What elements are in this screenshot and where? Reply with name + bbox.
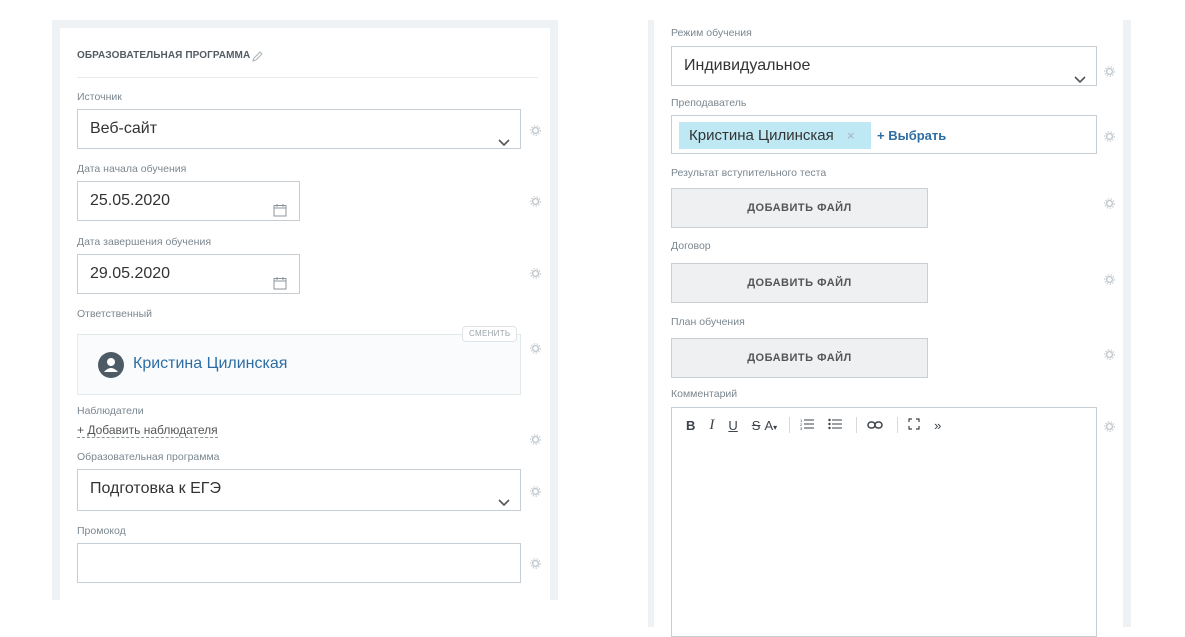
gear-icon[interactable] — [1104, 66, 1115, 77]
teacher-label: Преподаватель — [671, 97, 747, 109]
more-button[interactable]: » — [934, 418, 941, 433]
toolbar-divider — [897, 417, 899, 433]
right-panel: Режим обучения Индивидуальное Преподават… — [648, 20, 1131, 637]
chevron-down-icon — [498, 124, 510, 162]
source-label: Источник — [77, 91, 122, 103]
teacher-tag: Кристина Цилинская × — [679, 122, 871, 149]
chevron-down-icon — [498, 484, 510, 522]
add-file-button[interactable]: ДОБАВИТЬ ФАЙЛ — [671, 338, 928, 378]
calendar-icon[interactable] — [273, 194, 287, 232]
gear-icon[interactable] — [530, 486, 541, 497]
pick-teacher-link[interactable]: + Выбрать — [877, 122, 946, 149]
start-date-label: Дата начала обучения — [77, 163, 187, 175]
end-date-input[interactable]: 29.05.2020 — [77, 254, 300, 294]
user-icon — [98, 352, 124, 378]
mode-value: Индивидуальное — [684, 57, 811, 74]
change-responsible-button[interactable]: СМЕНИТЬ — [462, 326, 518, 342]
add-file-button[interactable]: ДОБАВИТЬ ФАЙЛ — [671, 263, 928, 303]
mode-select[interactable]: Индивидуальное — [671, 46, 1097, 86]
gear-icon[interactable] — [530, 558, 541, 569]
add-file-button[interactable]: ДОБАВИТЬ ФАЙЛ — [671, 188, 928, 228]
gear-icon[interactable] — [1104, 131, 1115, 142]
observers-label: Наблюдатели — [77, 405, 144, 417]
plan-label: План обучения — [671, 316, 745, 328]
strike-button[interactable]: S — [752, 418, 761, 433]
editor-toolbar: B I U S A▾ 123 » — [672, 408, 1096, 442]
chevron-down-icon: ▾ — [773, 422, 778, 432]
calendar-icon[interactable] — [273, 267, 287, 305]
bold-button[interactable]: B — [686, 418, 695, 433]
gear-icon[interactable] — [1104, 274, 1115, 285]
program-value: Подготовка к ЕГЭ — [90, 480, 221, 497]
source-value: Веб-сайт — [90, 120, 158, 137]
chevron-down-icon — [1074, 61, 1086, 99]
gear-icon[interactable] — [530, 196, 541, 207]
teacher-tag-label: Кристина Цилинская — [689, 127, 834, 144]
entrance-test-label: Результат вступительного теста — [671, 167, 827, 179]
svg-text:3: 3 — [800, 426, 803, 430]
program-label: Образовательная программа — [77, 451, 220, 463]
contract-label: Договор — [671, 240, 711, 252]
end-date-label: Дата завершения обучения — [77, 236, 212, 248]
responsible-label: Ответственный — [77, 308, 152, 320]
toolbar-divider — [856, 417, 858, 433]
toolbar-divider — [789, 417, 791, 433]
promo-label: Промокод — [77, 525, 126, 537]
gear-icon[interactable] — [530, 434, 541, 445]
gear-icon[interactable] — [1104, 349, 1115, 360]
ordered-list-icon[interactable]: 123 — [800, 418, 815, 433]
source-select[interactable]: Веб-сайт — [77, 109, 521, 149]
gear-icon[interactable] — [1104, 421, 1115, 432]
section-title: ОБРАЗОВАТЕЛЬНАЯ ПРОГРАММА — [77, 50, 251, 61]
gear-icon[interactable] — [530, 343, 541, 354]
gear-icon[interactable] — [530, 268, 541, 279]
gear-icon[interactable] — [1104, 198, 1115, 209]
responsible-box: Кристина Цилинская — [77, 334, 521, 395]
comment-editor[interactable]: B I U S A▾ 123 » — [671, 407, 1097, 637]
details-card: Режим обучения Индивидуальное Преподават… — [654, 20, 1123, 637]
fullscreen-icon[interactable] — [908, 417, 920, 433]
end-date-value: 29.05.2020 — [90, 265, 171, 282]
program-card: ОБРАЗОВАТЕЛЬНАЯ ПРОГРАММА Источник Веб-с… — [60, 28, 550, 600]
teacher-input[interactable]: Кристина Цилинская × + Выбрать — [671, 115, 1097, 154]
program-select[interactable]: Подготовка к ЕГЭ — [77, 469, 521, 511]
left-panel: ОБРАЗОВАТЕЛЬНАЯ ПРОГРАММА Источник Веб-с… — [52, 20, 558, 600]
start-date-value: 25.05.2020 — [90, 192, 171, 209]
promo-input[interactable] — [77, 543, 521, 583]
gear-icon[interactable] — [530, 125, 541, 136]
responsible-name[interactable]: Кристина Цилинская — [133, 355, 287, 373]
start-date-input[interactable]: 25.05.2020 — [77, 181, 300, 221]
remove-tag-button[interactable]: × — [847, 122, 855, 149]
italic-button[interactable]: I — [709, 417, 714, 434]
font-size-button[interactable]: A▾ — [764, 418, 777, 433]
underline-button[interactable]: U — [728, 418, 737, 433]
add-observer-link[interactable]: + Добавить наблюдателя — [77, 423, 218, 438]
font-size-label: A — [764, 417, 774, 433]
link-icon[interactable] — [867, 418, 883, 433]
comment-label: Комментарий — [671, 388, 738, 400]
pencil-icon[interactable] — [252, 49, 263, 67]
unordered-list-icon[interactable] — [828, 418, 843, 433]
section-divider — [77, 77, 538, 78]
mode-label: Режим обучения — [671, 27, 752, 39]
